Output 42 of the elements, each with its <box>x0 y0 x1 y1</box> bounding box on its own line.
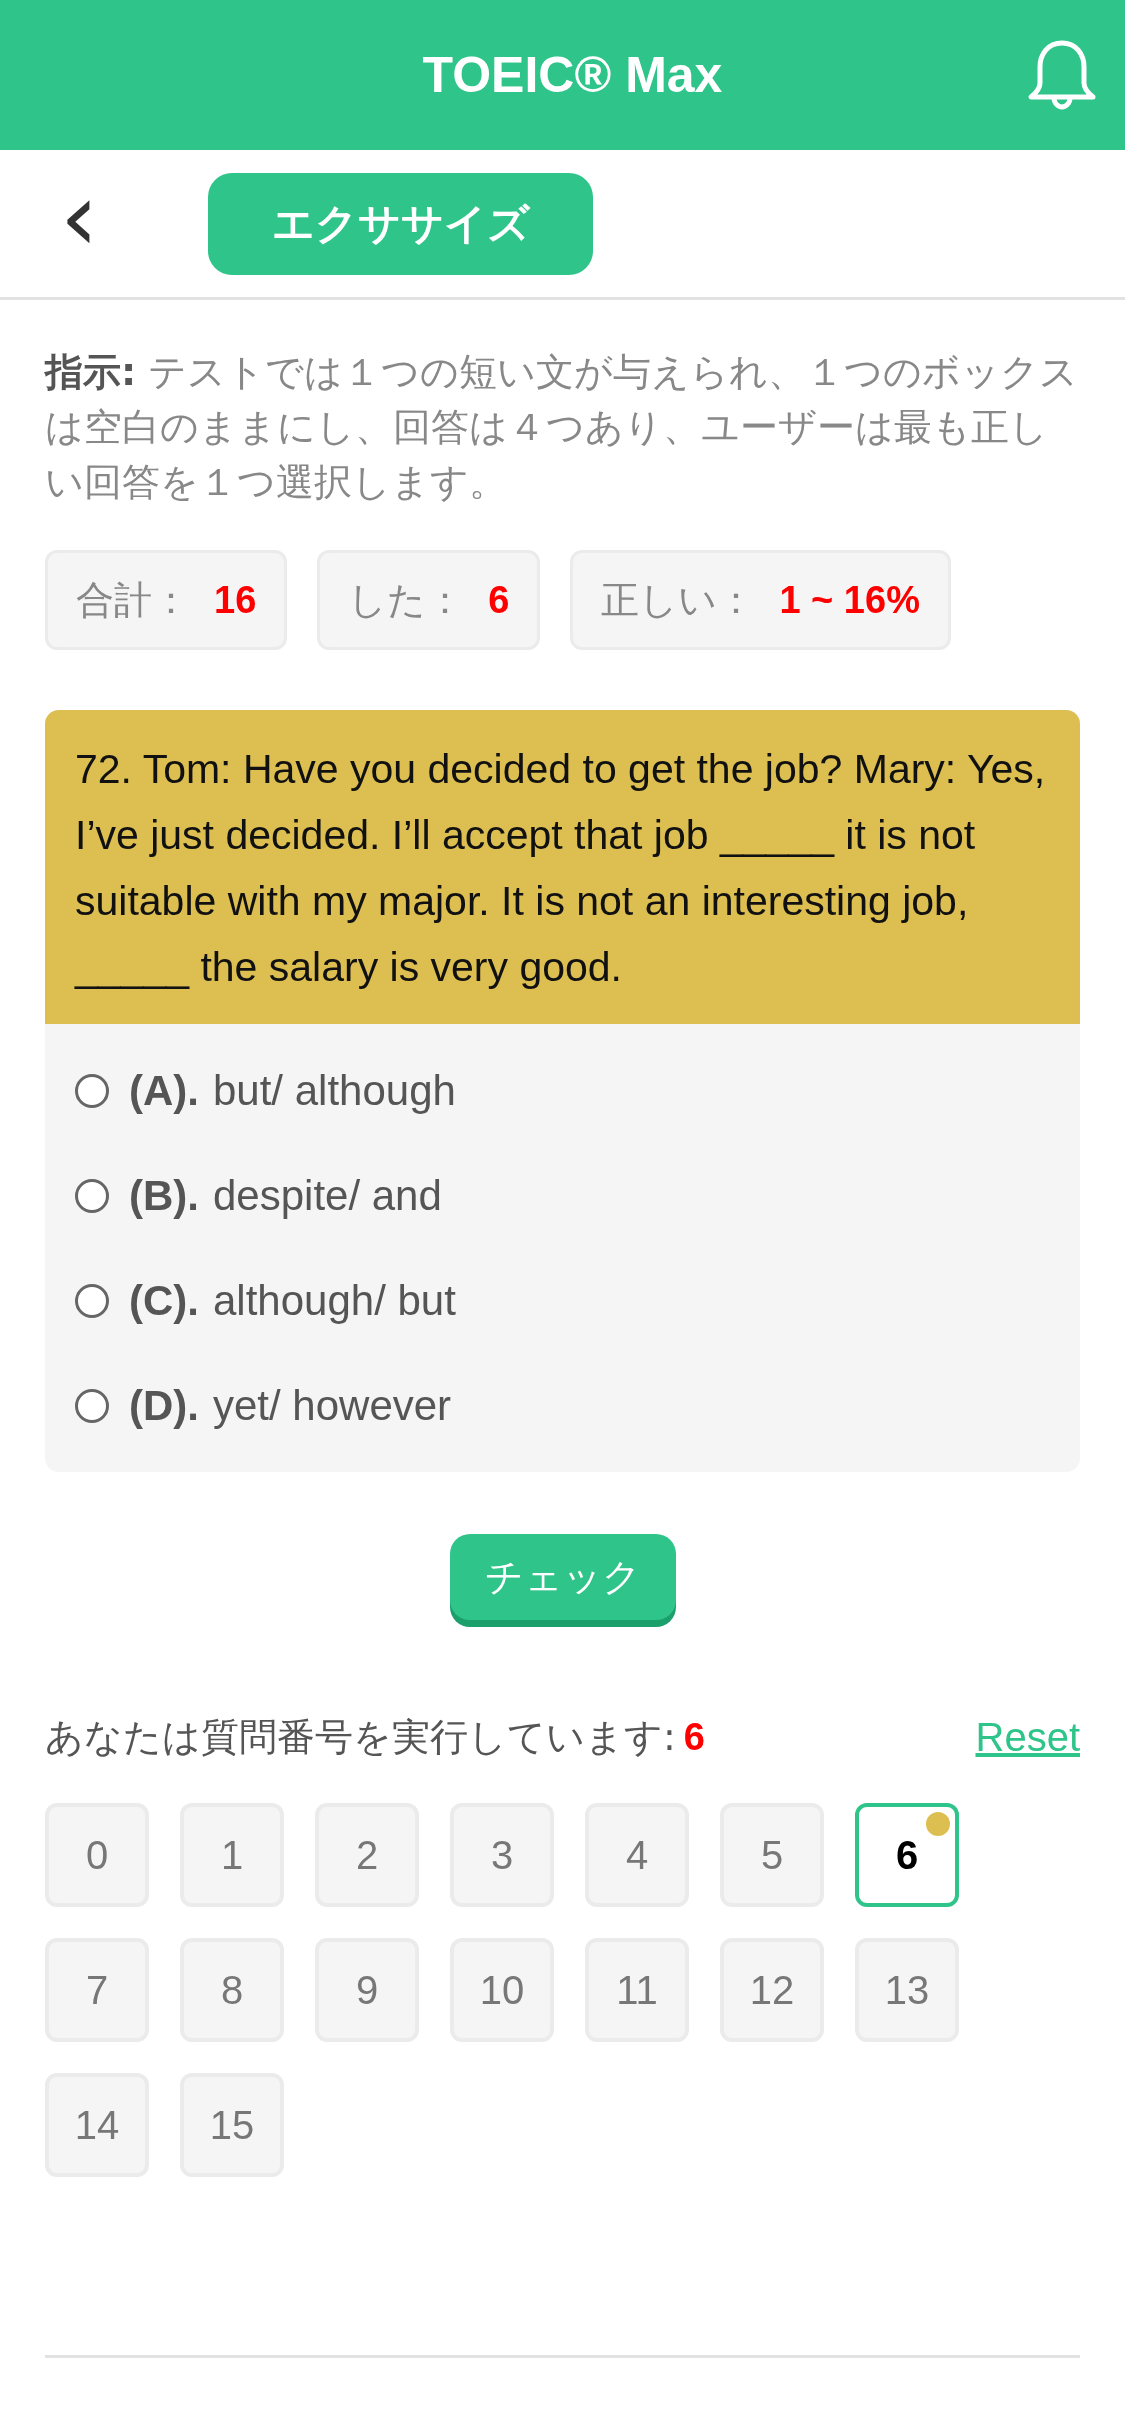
section-button[interactable]: エクササイズ <box>208 172 594 275</box>
instruction-text: 指示: テストでは１つの短い文が与えられ、１つのボックスは空白のままにし、回答は４つあり、ユーザーは最も正しい回答を１つ選択します。 <box>45 349 1080 506</box>
app-title: TOEIC® Max <box>422 46 723 104</box>
radio-button[interactable] <box>75 1178 109 1213</box>
option-text: but/ although <box>213 1066 456 1115</box>
question-number-button[interactable]: 14 <box>45 2073 149 2177</box>
stat-value: 1 ~ 16% <box>779 578 920 622</box>
option-letter: (B). <box>129 1171 199 1220</box>
question-number-button[interactable]: 2 <box>315 1803 419 1907</box>
question-number-button[interactable]: 13 <box>855 1938 959 2042</box>
question-text: 72. Tom: Have you decided to get the job? Mary: Yes, I’ve just decided. I’ll accept that job _____ it is not suitable with my major. It is not an interesting job, _____ the salary is very good. <box>45 710 1080 1024</box>
option-text: despite/ and <box>213 1171 442 1220</box>
option-letter: (C). <box>129 1276 199 1325</box>
current-number: 6 <box>683 1716 705 1759</box>
question-number-button[interactable]: 11 <box>585 1938 689 2042</box>
stat-value: 6 <box>488 578 510 622</box>
question-number-button[interactable]: 7 <box>45 1938 149 2042</box>
option-letter: (D). <box>129 1381 199 1430</box>
question-number-button[interactable]: 1 <box>180 1803 284 1907</box>
question-number-button[interactable]: 8 <box>180 1938 284 2042</box>
option-text: yet/ however <box>213 1381 452 1430</box>
question-number-button[interactable]: 6 <box>855 1803 959 1907</box>
stat-label: 合計： <box>76 576 190 624</box>
back-button[interactable]: ‹ <box>60 168 99 265</box>
stat-label: した： <box>348 576 465 624</box>
question-number-button[interactable]: 5 <box>720 1803 824 1907</box>
question-number-button[interactable]: 10 <box>450 1938 554 2042</box>
radio-button[interactable] <box>75 1073 109 1108</box>
question-number-button[interactable]: 9 <box>315 1938 419 2042</box>
stat-value: 16 <box>214 578 257 622</box>
progress-label: あなたは質問番号を実行しています: <box>45 1714 676 1761</box>
reset-link[interactable]: Reset <box>975 1715 1080 1760</box>
radio-button[interactable] <box>75 1283 109 1318</box>
question-number-button[interactable]: 4 <box>585 1803 689 1907</box>
radio-button[interactable] <box>75 1388 109 1423</box>
question-number-button[interactable]: 3 <box>450 1803 554 1907</box>
question-number-button[interactable]: 12 <box>720 1938 824 2042</box>
question-number-button[interactable]: 15 <box>180 2073 284 2177</box>
option-text: although/ but <box>213 1276 456 1325</box>
question-number-button[interactable]: 0 <box>45 1803 149 1907</box>
stat-label: 正しい： <box>601 576 756 624</box>
option-letter: (A). <box>129 1066 199 1115</box>
